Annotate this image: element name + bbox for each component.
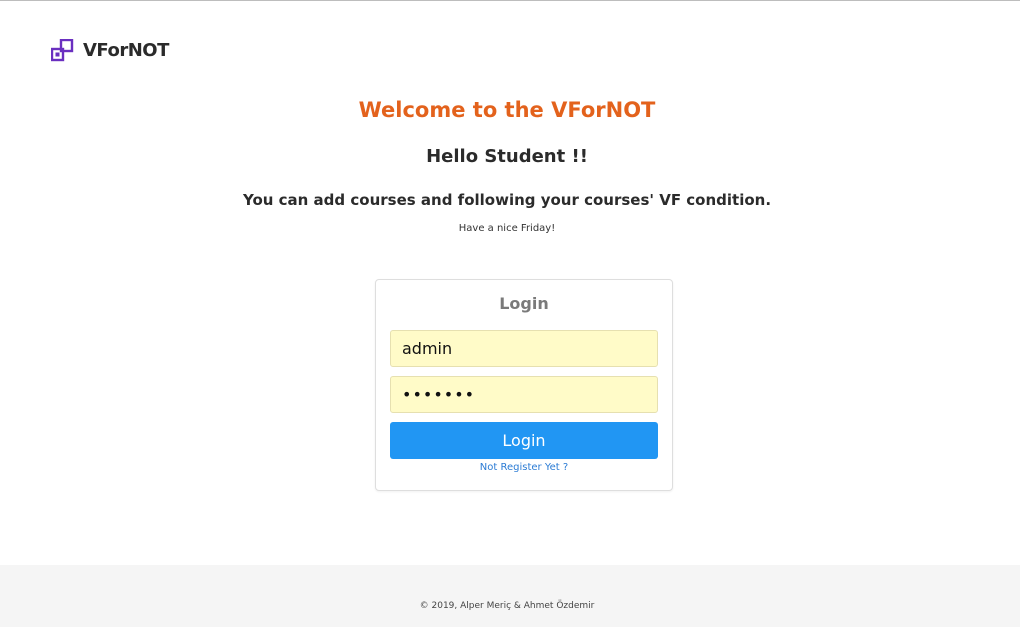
page: VForNOT Welcome to the VForNOT Hello Stu… bbox=[0, 0, 1020, 627]
password-field[interactable] bbox=[390, 376, 658, 413]
day-greeting: Have a nice Friday! bbox=[458, 223, 556, 234]
footer-copyright: © 2019, Alper Meriç & Ahmet Özdemir bbox=[419, 601, 595, 611]
brand[interactable]: VForNOT bbox=[51, 39, 169, 62]
subtitle: You can add courses and following your c… bbox=[242, 191, 772, 209]
username-field[interactable] bbox=[390, 330, 658, 367]
welcome-title: Welcome to the VForNOT bbox=[358, 98, 656, 122]
login-title: Login bbox=[499, 294, 549, 313]
nested-squares-icon bbox=[51, 39, 74, 62]
top-divider bbox=[0, 0, 1020, 1]
login-button[interactable]: Login bbox=[390, 422, 658, 459]
brand-name: VForNOT bbox=[83, 40, 169, 61]
hello-heading: Hello Student !! bbox=[426, 146, 588, 167]
login-card: Login Login Not Register Yet ? bbox=[375, 279, 673, 491]
footer: © 2019, Alper Meriç & Ahmet Özdemir bbox=[0, 565, 1020, 627]
register-link[interactable]: Not Register Yet ? bbox=[376, 462, 672, 473]
